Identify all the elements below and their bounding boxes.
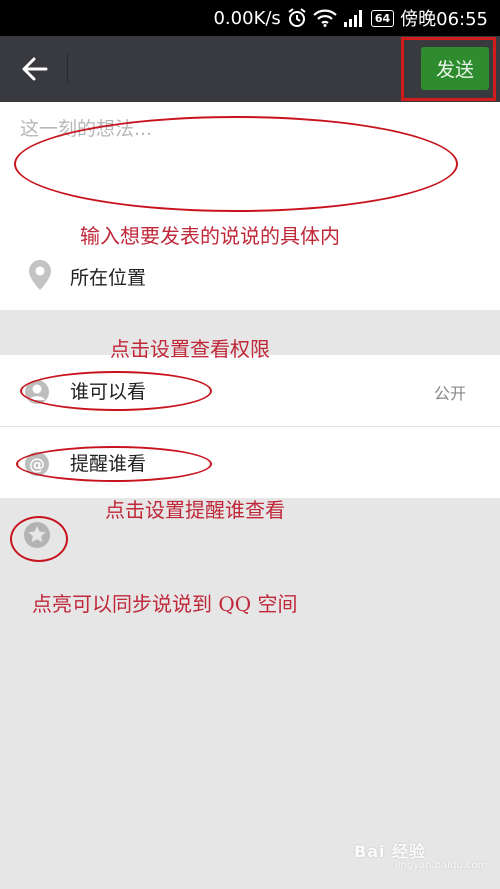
qzone-annotation-ellipse	[10, 516, 68, 562]
remind-hint-annotation: 点击设置提醒谁查看	[105, 498, 285, 522]
network-speed: 0.00K/s	[213, 7, 281, 29]
input-annotation-ellipse	[14, 116, 458, 212]
wifi-icon	[313, 8, 337, 28]
arrow-left-icon	[22, 57, 48, 81]
visibility-value: 公开	[433, 384, 466, 403]
baidu-watermark: Bai 经验	[354, 842, 427, 861]
clock: 傍晚06:55	[400, 9, 488, 30]
remind-annotation-ellipse	[16, 446, 212, 482]
status-bar: 0.00K/s 64 傍晚06:55	[0, 0, 500, 36]
battery-icon: 64	[370, 9, 395, 27]
location-label: 所在位置	[70, 267, 147, 289]
alarm-icon	[287, 8, 307, 28]
app-bar-divider	[67, 54, 68, 84]
location-row[interactable]: 所在位置	[0, 244, 500, 308]
baidu-watermark-url: jingyan.baidu.com	[395, 860, 488, 871]
input-hint-annotation: 输入想要发表的说说的具体内	[80, 224, 340, 248]
qzone-hint-annotation: 点亮可以同步说说到 QQ 空间	[32, 592, 298, 616]
send-highlight-frame	[401, 37, 496, 101]
location-pin-icon	[28, 259, 52, 295]
permission-hint-annotation: 点击设置查看权限	[110, 337, 270, 361]
signal-icon	[343, 8, 365, 28]
back-button[interactable]	[16, 50, 54, 88]
permission-annotation-ellipse	[20, 371, 212, 411]
